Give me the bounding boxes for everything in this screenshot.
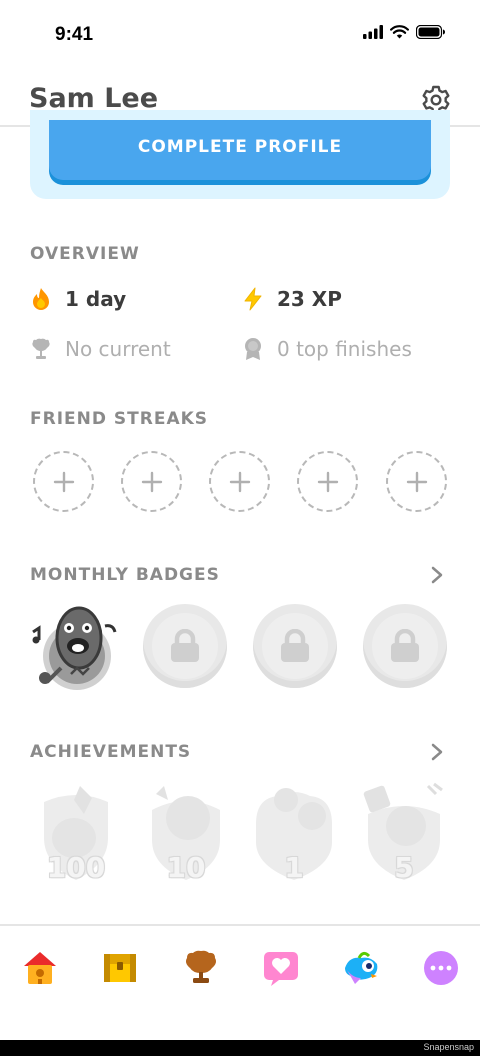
status-bar: 9:41 bbox=[0, 0, 480, 70]
signal-icon bbox=[363, 25, 383, 39]
achievement-item[interactable]: 10 bbox=[144, 780, 228, 886]
wifi-icon bbox=[390, 25, 409, 39]
flame-icon bbox=[29, 287, 53, 311]
home-indicator-bar bbox=[0, 1040, 480, 1056]
trophy-icon bbox=[29, 337, 53, 361]
watermark: Snapensnap bbox=[423, 1042, 474, 1052]
more-icon bbox=[424, 951, 458, 985]
tab-friends[interactable] bbox=[261, 948, 301, 988]
xp-value: 23 XP bbox=[277, 287, 342, 311]
top-finishes-stat: 0 top finishes bbox=[241, 337, 412, 361]
add-friend-streak-button[interactable] bbox=[33, 451, 94, 512]
league-icon bbox=[186, 950, 216, 983]
plus-icon bbox=[141, 471, 162, 492]
achievement-item[interactable]: 1 bbox=[252, 780, 336, 886]
top-finishes-value: 0 top finishes bbox=[277, 337, 412, 361]
overview-title: OVERVIEW bbox=[30, 244, 140, 264]
tab-shop[interactable] bbox=[341, 948, 381, 988]
add-friend-streak-button[interactable] bbox=[121, 451, 182, 512]
achievement-value: 10 bbox=[166, 851, 206, 884]
tab-more[interactable] bbox=[421, 948, 461, 988]
league-stat: No current bbox=[29, 337, 171, 361]
home-icon bbox=[24, 952, 56, 984]
plus-icon bbox=[229, 471, 250, 492]
plus-icon bbox=[406, 471, 427, 492]
achievement-item[interactable]: 100 bbox=[34, 780, 118, 886]
tab-home[interactable] bbox=[20, 948, 60, 988]
monthly-badges-chevron-icon[interactable] bbox=[430, 565, 444, 585]
lock-icon bbox=[171, 629, 199, 662]
plus-icon bbox=[317, 471, 338, 492]
add-friend-streak-button[interactable] bbox=[386, 451, 447, 512]
achievement-item[interactable]: 5 bbox=[362, 780, 446, 886]
music-badge-icon bbox=[32, 606, 117, 690]
status-time: 9:41 bbox=[55, 24, 94, 45]
tab-practice[interactable] bbox=[100, 948, 140, 988]
achievement-value: 1 bbox=[284, 851, 304, 884]
status-icons bbox=[363, 25, 446, 39]
streak-value: 1 day bbox=[65, 287, 127, 311]
lightning-icon bbox=[241, 287, 265, 311]
friend-streaks-title: FRIEND STREAKS bbox=[30, 409, 209, 429]
battery-icon bbox=[416, 25, 445, 39]
achievement-value: 100 bbox=[46, 851, 106, 884]
achievement-value: 5 bbox=[394, 851, 414, 884]
complete-profile-button[interactable]: COMPLETE PROFILE bbox=[49, 120, 431, 180]
music-badge[interactable] bbox=[27, 598, 123, 694]
locked-badge[interactable] bbox=[253, 604, 337, 688]
locked-badge[interactable] bbox=[143, 604, 227, 688]
plus-icon bbox=[53, 471, 74, 492]
locked-badge[interactable] bbox=[363, 604, 447, 688]
heart-icon bbox=[264, 952, 298, 986]
lock-icon bbox=[391, 629, 419, 662]
monthly-badges-title: MONTHLY BADGES bbox=[30, 565, 220, 585]
tab-leagues[interactable] bbox=[181, 948, 221, 988]
lock-icon bbox=[281, 629, 309, 662]
duo-icon bbox=[345, 951, 378, 984]
xp-stat: 23 XP bbox=[241, 287, 342, 311]
streak-stat: 1 day bbox=[29, 287, 126, 311]
league-value: No current bbox=[65, 337, 171, 361]
add-friend-streak-button[interactable] bbox=[209, 451, 270, 512]
complete-profile-label: COMPLETE PROFILE bbox=[137, 137, 343, 157]
medal-icon bbox=[241, 337, 265, 361]
achievements-chevron-icon[interactable] bbox=[430, 742, 444, 762]
add-friend-streak-button[interactable] bbox=[297, 451, 358, 512]
achievements-title: ACHIEVEMENTS bbox=[30, 742, 192, 762]
chest-icon bbox=[104, 954, 136, 982]
bottom-tab-bar bbox=[0, 924, 480, 1018]
